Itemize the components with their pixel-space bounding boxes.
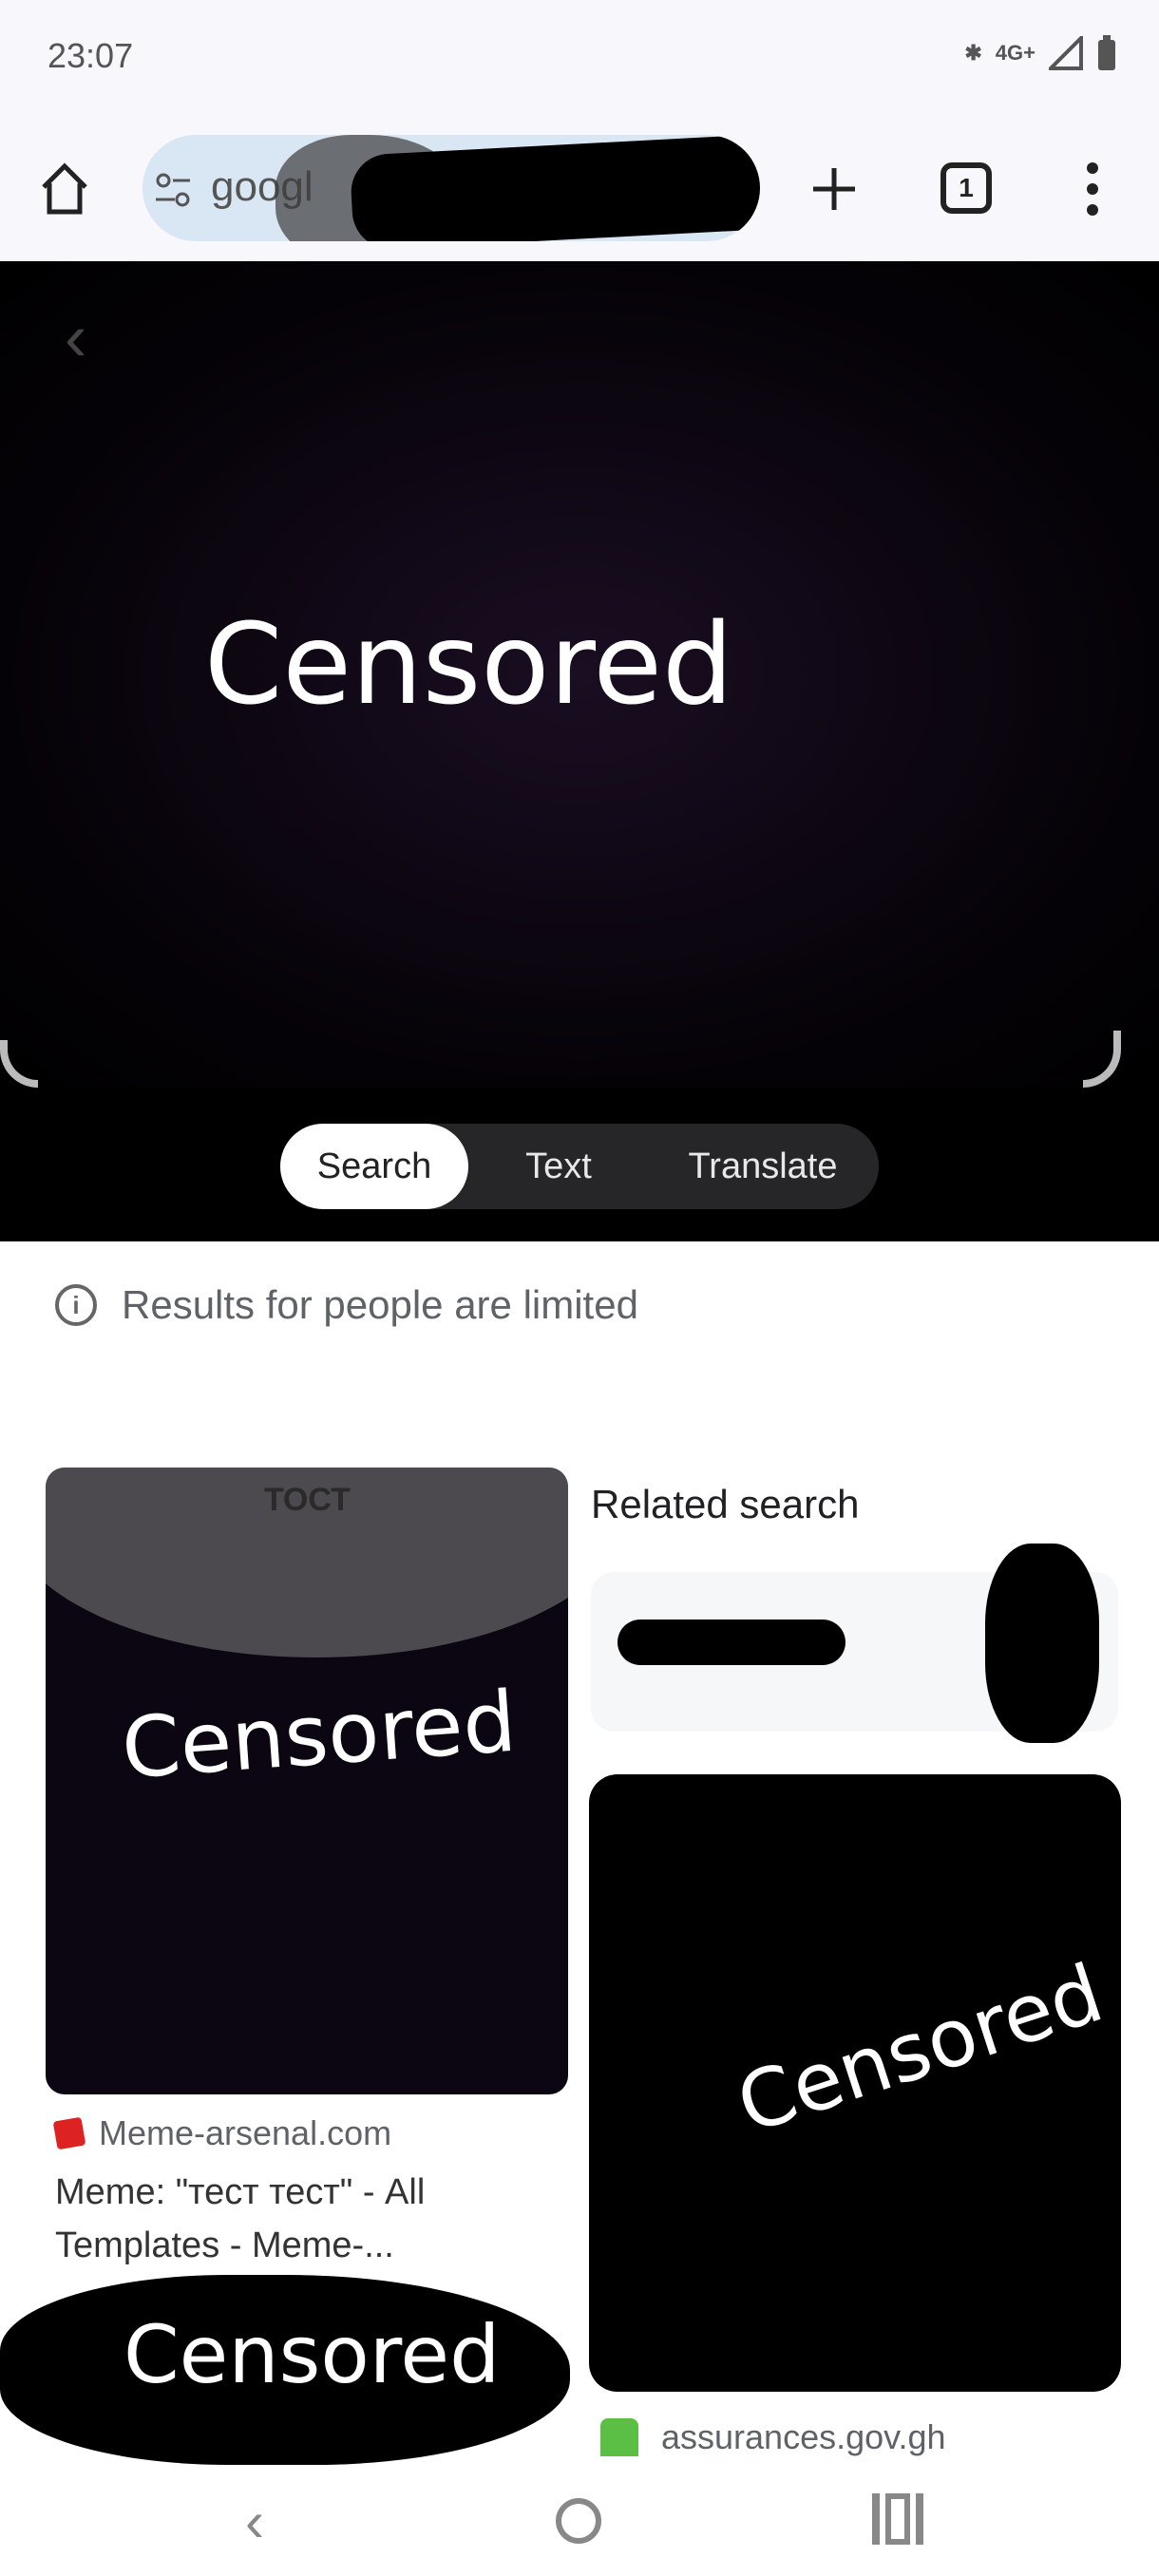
status-bar: 23:07 ✱ 4G+ <box>0 0 1159 119</box>
selected-image[interactable]: ‹ Censored <box>0 261 1159 1088</box>
status-time: 23:07 <box>48 36 134 75</box>
status-icons: ✱ 4G+ <box>964 34 1117 72</box>
system-nav-bar: ‹ <box>0 2470 1159 2576</box>
image-overlay-text: ТОСТ <box>264 1482 351 1518</box>
site-settings-icon[interactable] <box>154 171 192 209</box>
tab-text[interactable]: Text <box>468 1124 649 1209</box>
result-source-1[interactable]: Meme-arsenal.com <box>52 2113 392 2153</box>
lens-image-panel: ‹ Censored Search Text Translate <box>0 261 1159 1241</box>
result-source-2[interactable]: assurances.gov.gh <box>600 2417 946 2457</box>
related-search-heading: Related search <box>591 1482 860 1526</box>
result-image-1[interactable]: ТОСТ Censored <box>46 1468 568 2094</box>
nav-back-icon[interactable]: ‹ <box>245 2489 264 2554</box>
new-tab-icon[interactable] <box>804 159 864 219</box>
redaction-scribble <box>618 1619 846 1665</box>
result-image-2[interactable]: Censored <box>589 1774 1121 2392</box>
censored-label: Censored <box>204 598 733 729</box>
meme-arsenal-favicon <box>52 2116 86 2150</box>
more-menu-icon[interactable] <box>1074 159 1112 219</box>
tab-switcher-button[interactable]: 1 <box>940 162 992 214</box>
lens-mode-switch: Search Text Translate <box>280 1124 879 1209</box>
nav-home-icon[interactable] <box>556 2498 601 2544</box>
crop-handle-bottom-left[interactable] <box>0 1040 38 1088</box>
signal-icon <box>1049 36 1083 70</box>
notice-text: Results for people are limited <box>122 1282 638 1327</box>
source-name: Meme-arsenal.com <box>99 2113 392 2152</box>
tab-translate[interactable]: Translate <box>649 1124 877 1209</box>
back-arrow-icon[interactable]: ‹ <box>65 299 86 375</box>
nav-recents-icon[interactable] <box>872 2493 925 2545</box>
battery-icon <box>1098 35 1115 70</box>
browser-toolbar: googl 1 <box>0 119 1159 261</box>
results-limited-notice: i Results for people are limited <box>55 1282 638 1328</box>
censored-label: Censored <box>118 1672 520 1798</box>
crop-handle-bottom-right[interactable] <box>1083 1031 1121 1088</box>
redaction-scribble <box>985 1544 1099 1743</box>
gov-gh-favicon <box>600 2418 638 2456</box>
home-icon[interactable] <box>34 159 95 219</box>
network-type: 4G+ <box>995 41 1036 65</box>
related-search-chip[interactable] <box>591 1544 1118 1743</box>
url-bar[interactable]: googl <box>142 135 760 241</box>
censored-label: Censored <box>726 1946 1113 2151</box>
bluetooth-icon: ✱ <box>964 41 982 65</box>
result-title-1[interactable]: Meme: "тест тест" - All Templates - Meme… <box>55 2166 530 2272</box>
info-icon: i <box>55 1284 97 1326</box>
tab-search[interactable]: Search <box>280 1124 468 1209</box>
source-name: assurances.gov.gh <box>661 2417 946 2456</box>
censored-label: Censored <box>124 2308 501 2401</box>
